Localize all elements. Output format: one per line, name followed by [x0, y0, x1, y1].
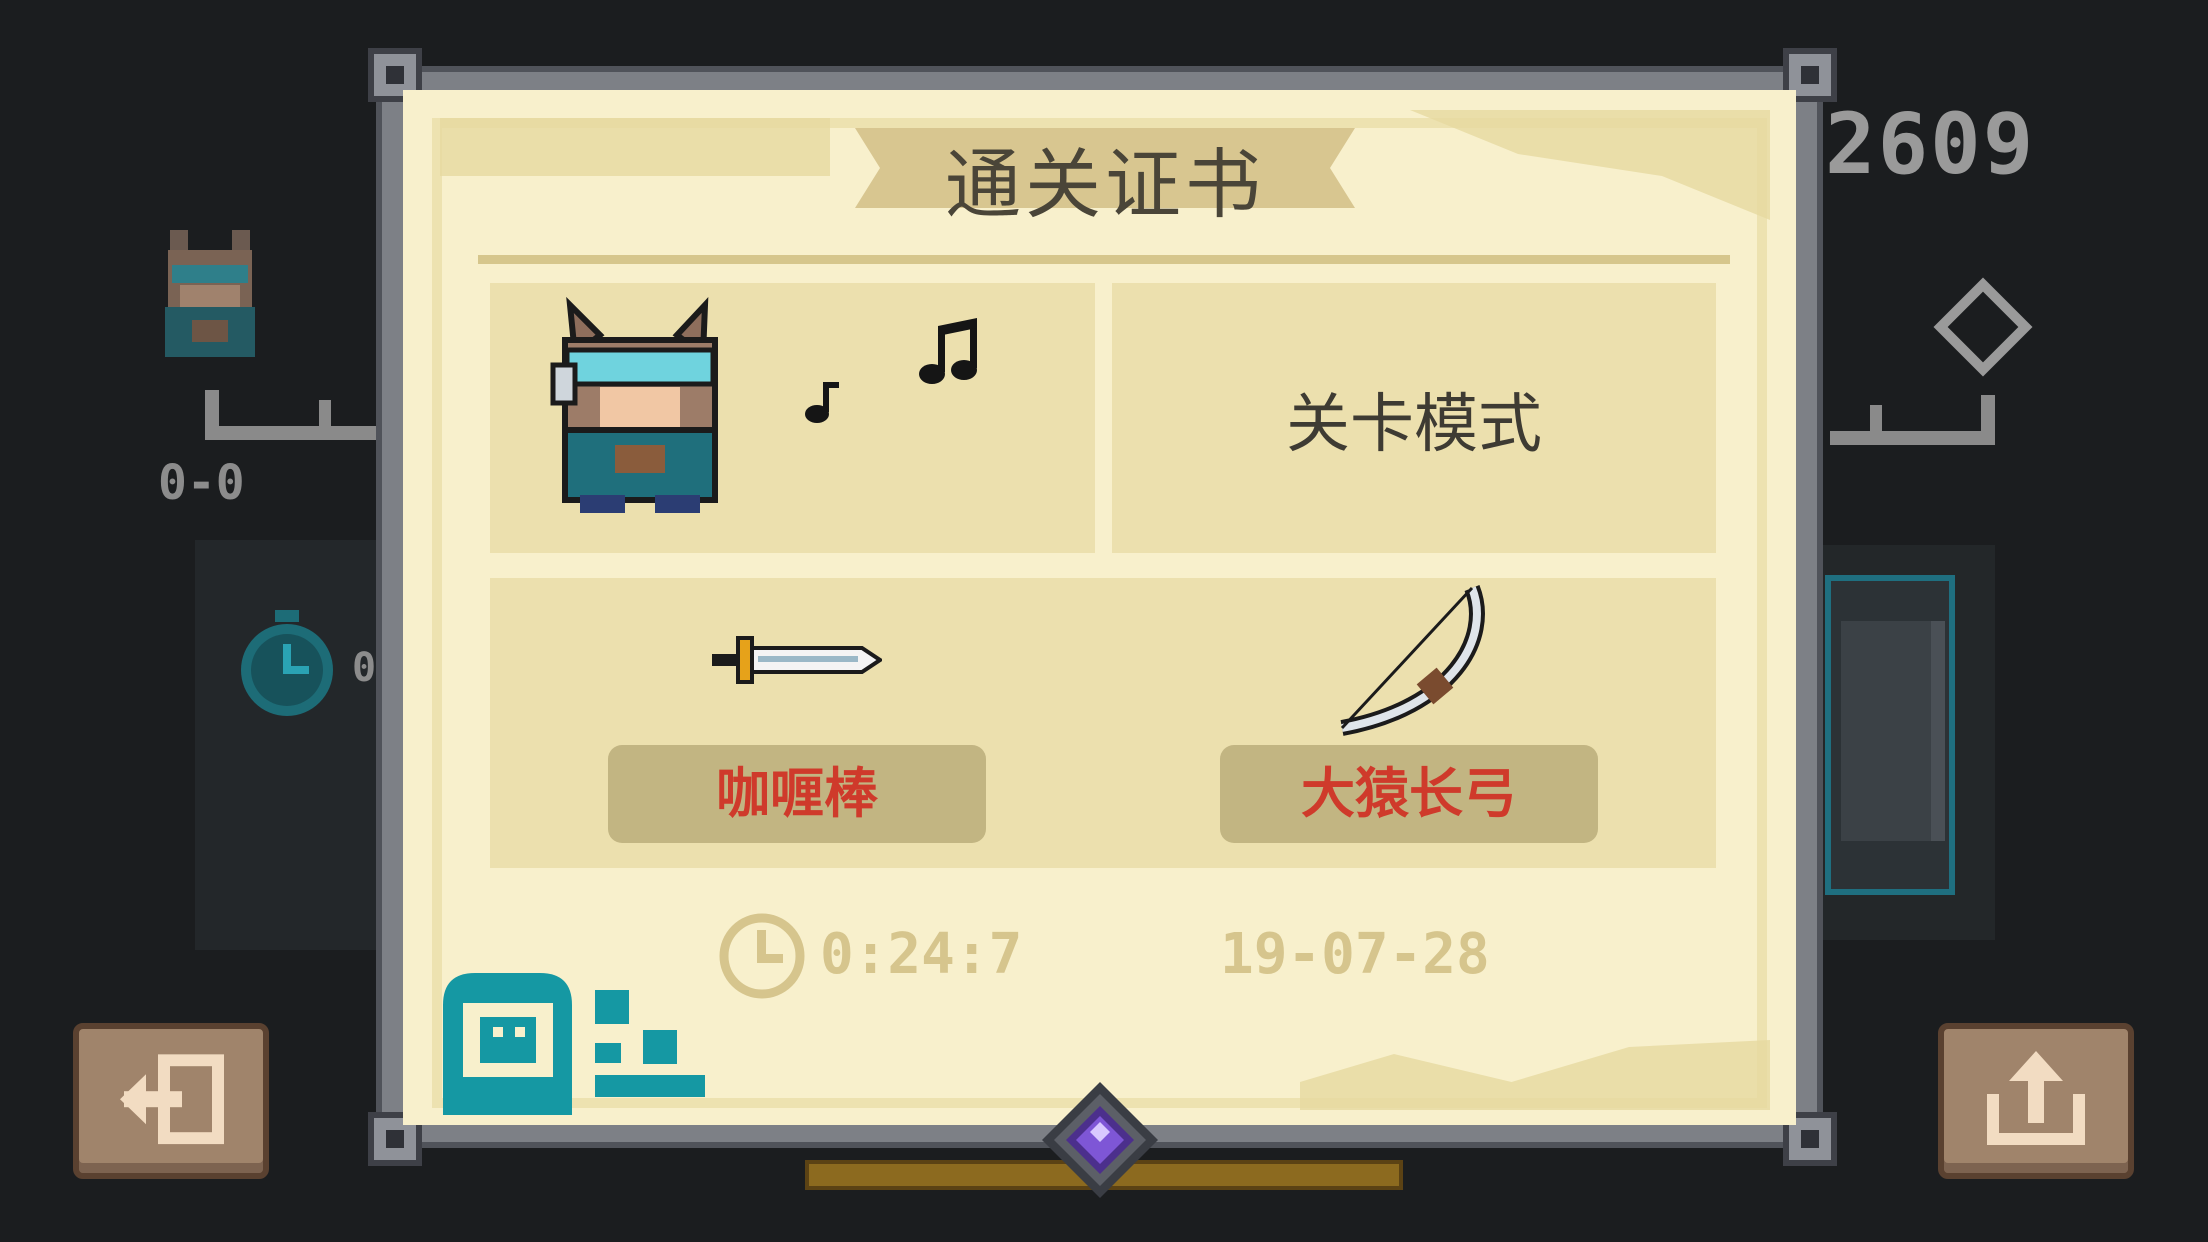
- level-bracket-right: [1830, 395, 1995, 445]
- player-character-icon: [165, 230, 255, 357]
- score-counter: 2609: [1825, 95, 2036, 193]
- hero-portrait-icon: [550, 296, 718, 513]
- portal-door: [1825, 575, 1955, 895]
- decor-pattern-top-left: [440, 118, 830, 176]
- clear-time: 0:24:7: [820, 922, 1023, 987]
- left-stats-panel: [195, 540, 395, 950]
- weapon-name-2: 大猿长弓: [1220, 745, 1598, 843]
- clear-date: 19-07-28: [1220, 922, 1490, 987]
- stopwatch-icon: [241, 610, 333, 716]
- share-button[interactable]: [1938, 1023, 2134, 1179]
- level-bracket-left: [205, 390, 380, 440]
- bow-icon: [1340, 585, 1485, 736]
- purple-gem-icon: [1042, 1082, 1158, 1198]
- level-indicator: 0-0: [158, 455, 245, 511]
- title-divider: [478, 255, 1730, 264]
- ghost-stamp-icon: [443, 973, 705, 1115]
- exit-icon: [120, 1054, 224, 1145]
- gem-currency-icon: [1933, 277, 2033, 377]
- weapon-name-1: 咖喱棒: [608, 745, 986, 843]
- time-stat-value: 0: [352, 645, 377, 691]
- clock-icon: [719, 913, 805, 999]
- music-note-small-icon: [805, 382, 839, 423]
- share-icon: [1987, 1051, 2085, 1145]
- sword-icon: [712, 636, 882, 684]
- music-note-large-icon: [919, 318, 977, 384]
- game-mode-label: 关卡模式: [1286, 388, 1542, 462]
- certificate-title: 通关证书: [945, 140, 1265, 229]
- exit-button[interactable]: [73, 1023, 269, 1179]
